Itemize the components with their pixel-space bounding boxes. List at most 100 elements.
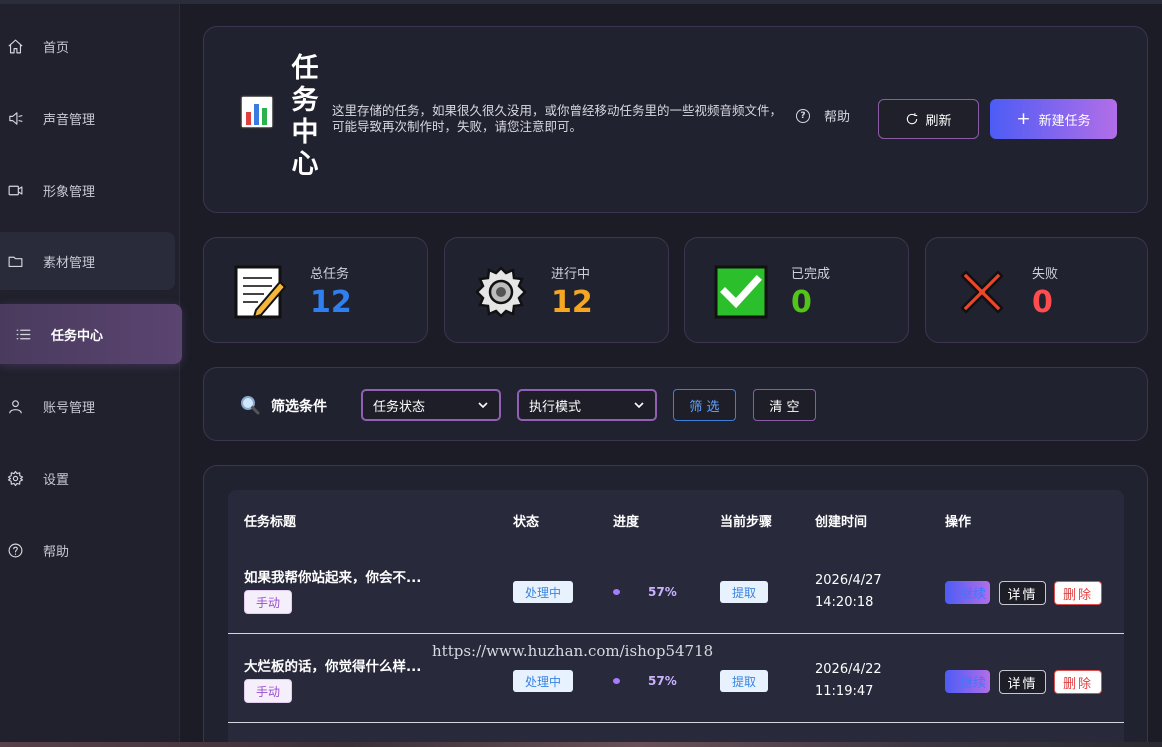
task-title: 大烂板的话，你觉得什么样... — [244, 659, 422, 675]
stat-card-done: 已完成 0 — [684, 237, 909, 343]
chevron-down-icon — [634, 402, 644, 409]
stat-card-failed: 失败 0 — [925, 237, 1148, 343]
filter-card: 筛选条件 任务状态 执行模式 筛 选 清 空 — [203, 367, 1148, 441]
stat-label: 进行中 — [551, 267, 591, 282]
mode-tag: 手动 — [244, 590, 292, 614]
filter-button[interactable]: 筛 选 — [673, 389, 736, 421]
folder-icon — [6, 252, 24, 270]
continue-button[interactable]: 继续 — [945, 670, 990, 693]
detail-button[interactable]: 详情 — [999, 670, 1046, 694]
list-icon — [14, 325, 32, 343]
created-clock: 14:20:18 — [815, 595, 874, 610]
watermark: https://www.huzhan.com/ishop54718 — [432, 642, 714, 660]
status-badge: 处理中 — [513, 581, 573, 603]
chevron-down-icon — [478, 402, 488, 409]
progress-value: 57% — [648, 585, 677, 599]
task-table: 任务标题 状态 进度 当前步骤 创建时间 操作 如果我帮你站起来，你会不... … — [228, 490, 1124, 747]
help-circle-icon — [6, 541, 24, 559]
home-icon — [6, 37, 24, 55]
sidebar-item-tasks[interactable]: 任务中心 — [0, 304, 182, 364]
sidebar-item-material[interactable]: 素材管理 — [0, 232, 175, 290]
sidebar-item-voice[interactable]: 声音管理 — [0, 89, 175, 147]
sidebar-item-label: 帮助 — [43, 544, 70, 560]
bottom-strip — [0, 742, 1162, 747]
continue-button[interactable]: 继续 — [945, 581, 990, 604]
stat-value: 0 — [1032, 285, 1053, 320]
sidebar-item-label: 任务中心 — [51, 328, 104, 344]
created-date: 2026/4/22 — [815, 662, 882, 677]
select-value: 执行模式 — [529, 399, 582, 415]
created-clock: 11:19:47 — [815, 684, 874, 699]
cross-mark-icon — [960, 270, 1004, 314]
column-header: 进度 — [613, 515, 640, 530]
stat-card-running: 进行中 12 — [444, 237, 669, 343]
task-title: 如果我帮你站起来，你会不... — [244, 570, 422, 586]
page-title: 任务中心 — [291, 53, 319, 180]
refresh-button[interactable]: 刷新 — [878, 99, 979, 139]
table-row: 如果我帮你站起来，你会不... 手动 处理中 57% 提取 2026/4/27 … — [228, 545, 1124, 634]
created-time: 2026/4/22 11:19:47 — [815, 659, 882, 703]
column-header: 创建时间 — [815, 515, 868, 530]
header-card: 任务中心 这里存储的任务，如果很久很久没用，或你曾经移动任务里的一些视频音频文件… — [203, 26, 1148, 213]
help-circle-icon: ? — [796, 108, 810, 123]
step-badge: 提取 — [720, 581, 768, 603]
sidebar-item-label: 账号管理 — [43, 400, 96, 416]
sidebar-item-home[interactable]: 首页 — [0, 17, 175, 75]
stat-label: 已完成 — [791, 267, 831, 282]
status-badge: 处理中 — [513, 670, 573, 692]
column-header: 状态 — [513, 515, 540, 530]
column-header: 任务标题 — [244, 515, 297, 530]
stat-value: 12 — [310, 285, 352, 320]
new-task-button-label: 新建任务 — [1038, 113, 1091, 129]
column-header: 当前步骤 — [720, 515, 773, 530]
sidebar: 首页 声音管理 形象管理 素材管理 任务中心 账号管理 设置 帮助 — [0, 4, 182, 747]
task-table-card: 任务标题 状态 进度 当前步骤 创建时间 操作 如果我帮你站起来，你会不... … — [203, 465, 1148, 747]
bar-chart-emoji-icon — [240, 95, 274, 129]
mode-tag: 手动 — [244, 679, 292, 703]
sidebar-item-avatar[interactable]: 形象管理 — [0, 161, 175, 219]
column-header: 操作 — [945, 515, 972, 530]
progress-dot — [613, 678, 620, 684]
step-badge: 提取 — [720, 670, 768, 692]
gear-icon — [475, 266, 527, 318]
created-time: 2026/4/27 14:20:18 — [815, 570, 882, 614]
stat-card-total: 总任务 12 — [203, 237, 428, 343]
delete-button[interactable]: 删除 — [1054, 670, 1102, 694]
sidebar-item-label: 设置 — [43, 472, 70, 488]
stat-label: 失败 — [1032, 267, 1059, 282]
progress-dot — [613, 589, 620, 595]
plus-icon: + — [1016, 109, 1031, 129]
created-date: 2026/4/27 — [815, 573, 882, 588]
sidebar-item-help[interactable]: 帮助 — [0, 521, 175, 579]
exec-mode-select[interactable]: 执行模式 — [517, 389, 657, 421]
check-mark-icon — [714, 265, 768, 319]
sidebar-item-label: 首页 — [43, 40, 70, 56]
help-link-label: 帮助 — [824, 110, 851, 125]
stat-label: 总任务 — [310, 267, 350, 282]
sidebar-item-label: 形象管理 — [43, 184, 96, 200]
video-icon — [6, 181, 24, 199]
user-icon — [6, 397, 24, 415]
refresh-icon — [907, 113, 918, 125]
stat-value: 0 — [791, 285, 812, 320]
sidebar-item-settings[interactable]: 设置 — [0, 449, 175, 507]
help-link[interactable]: ? 帮助 — [796, 106, 850, 125]
sidebar-item-label: 声音管理 — [43, 112, 96, 128]
task-status-select[interactable]: 任务状态 — [361, 389, 501, 421]
clear-button[interactable]: 清 空 — [753, 389, 816, 421]
refresh-button-label: 刷新 — [925, 113, 952, 129]
speaker-icon — [6, 109, 24, 127]
magnifier-icon — [241, 396, 260, 415]
delete-button[interactable]: 删除 — [1054, 581, 1102, 605]
page-description: 这里存储的任务，如果很久很久没用，或你曾经移动任务里的一些视频音频文件，可能导致… — [332, 103, 783, 134]
sidebar-item-label: 素材管理 — [43, 255, 96, 271]
progress-value: 57% — [648, 674, 677, 688]
detail-button[interactable]: 详情 — [999, 581, 1046, 605]
new-task-button[interactable]: + 新建任务 — [990, 99, 1117, 139]
memo-icon — [234, 265, 287, 319]
sidebar-item-account[interactable]: 账号管理 — [0, 377, 175, 435]
stat-value: 12 — [551, 285, 593, 320]
gear-icon — [6, 469, 24, 487]
filter-label: 筛选条件 — [271, 399, 327, 415]
select-value: 任务状态 — [373, 399, 426, 415]
